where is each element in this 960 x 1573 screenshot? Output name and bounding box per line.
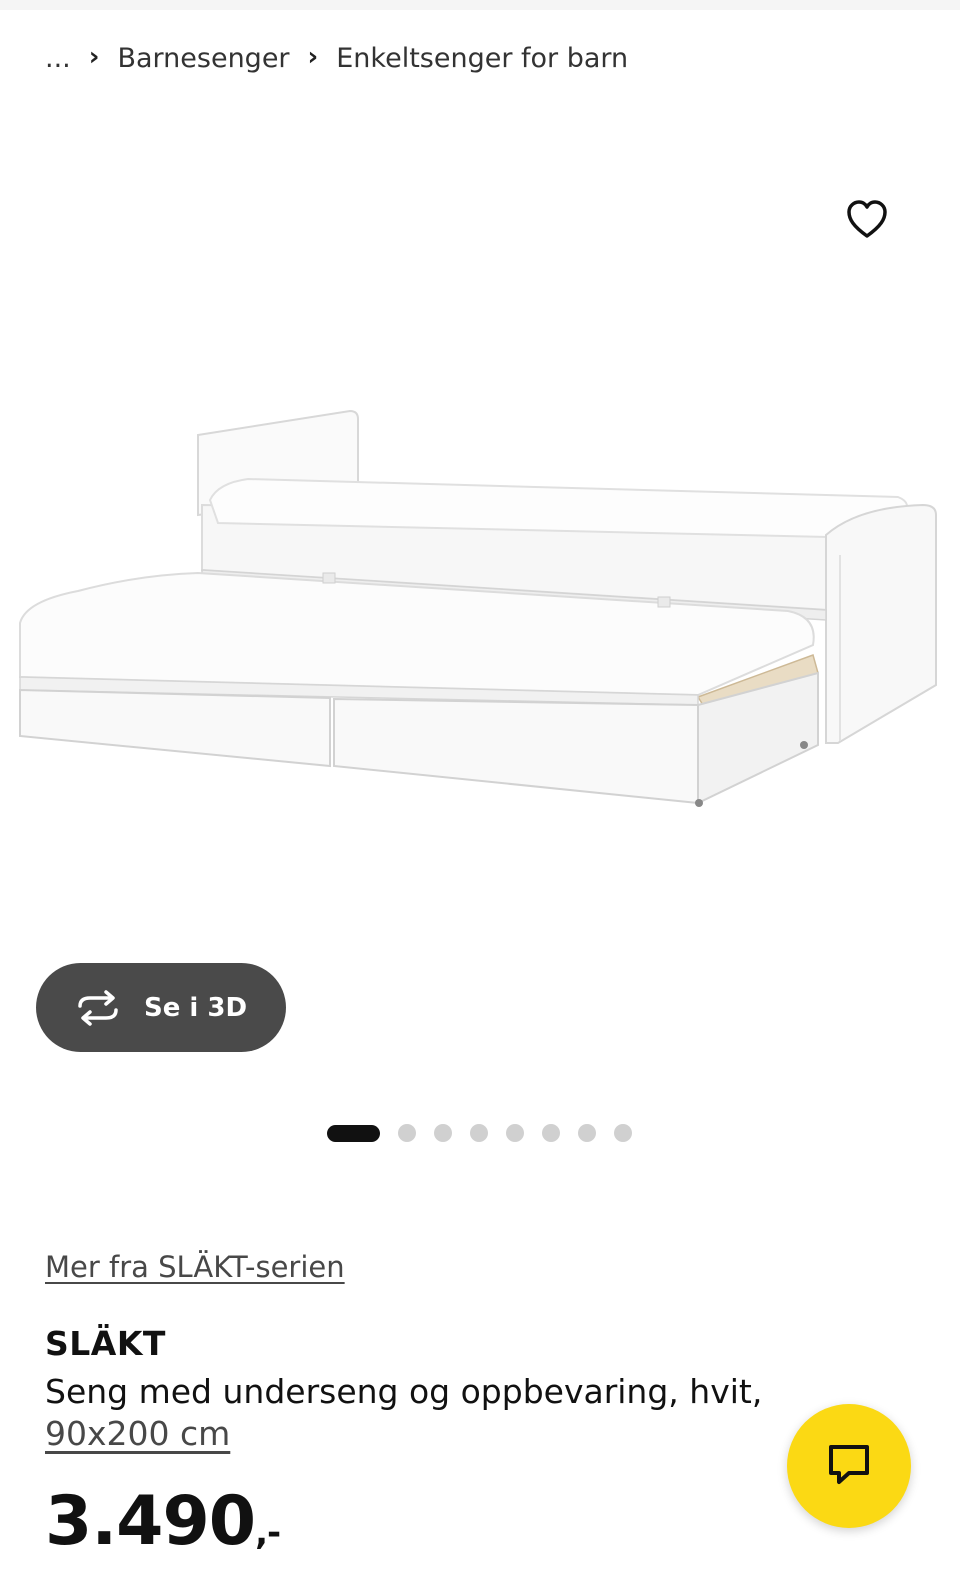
breadcrumb-item-enkeltsenger[interactable]: Enkeltsenger for barn	[336, 43, 628, 74]
carousel-dot[interactable]	[398, 1124, 416, 1142]
carousel-indicator	[327, 1123, 650, 1143]
breadcrumb-ellipsis[interactable]: ...	[45, 43, 71, 74]
carousel-dot[interactable]	[614, 1124, 632, 1142]
rotate-3d-icon	[74, 989, 122, 1026]
view-in-3d-label: Se i 3D	[144, 992, 248, 1023]
product-price: 3.490,-	[45, 1482, 281, 1561]
carousel-dot[interactable]	[578, 1124, 596, 1142]
view-in-3d-button[interactable]: Se i 3D	[36, 963, 286, 1052]
product-size-link[interactable]: 90x200 cm	[45, 1414, 230, 1453]
status-strip	[0, 0, 960, 10]
chevron-right-icon: ›	[88, 42, 100, 72]
carousel-dot[interactable]	[506, 1124, 524, 1142]
product-description: Seng med underseng og oppbevaring, hvit,	[45, 1372, 763, 1411]
breadcrumb: ... › Barnesenger › Enkeltsenger for bar…	[45, 38, 628, 78]
product-name: SLÄKT	[45, 1324, 166, 1363]
carousel-dot[interactable]	[434, 1124, 452, 1142]
carousel-dot[interactable]	[470, 1124, 488, 1142]
carousel-dot[interactable]	[542, 1124, 560, 1142]
chat-button[interactable]	[787, 1404, 911, 1528]
chevron-right-icon: ›	[307, 42, 319, 72]
carousel-dot-active[interactable]	[327, 1124, 380, 1142]
series-link[interactable]: Mer fra SLÄKT-serien	[45, 1250, 345, 1284]
heart-icon[interactable]	[845, 198, 889, 242]
chat-icon	[825, 1441, 873, 1491]
price-value: 3.490	[45, 1482, 256, 1561]
breadcrumb-item-barnesenger[interactable]: Barnesenger	[117, 43, 289, 74]
price-suffix: ,-	[255, 1513, 281, 1553]
product-image[interactable]	[18, 405, 943, 815]
